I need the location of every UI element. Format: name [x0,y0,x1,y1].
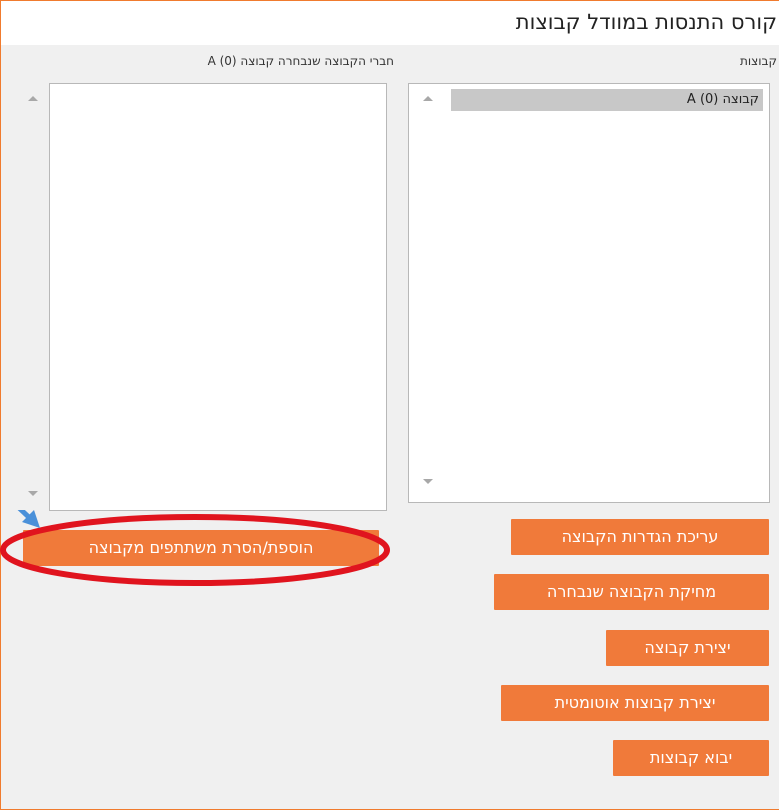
add-remove-members-button[interactable]: הוספת/הסרת משתתפים מקבוצה [23,530,379,566]
edit-group-settings-button[interactable]: עריכת הגדרות הקבוצה [511,519,769,555]
groups-list-label: קבוצות [740,54,777,68]
groups-page-frame: קורס התנסות במוודל קבוצות קבוצות קבוצה A… [0,0,779,810]
create-group-button[interactable]: יצירת קבוצה [606,630,769,666]
members-scroll-up-icon[interactable] [28,96,38,101]
members-scroll-down-icon[interactable] [28,491,38,496]
scroll-up-icon[interactable] [423,96,433,101]
list-item-group-a[interactable]: קבוצה A (0) [451,89,763,111]
members-listbox[interactable] [49,83,387,511]
members-list-label: חברי הקבוצה שנבחרה קבוצה A (0) [207,54,394,68]
import-groups-button[interactable]: יבוא קבוצות [613,740,769,776]
page-title: קורס התנסות במוודל קבוצות [515,10,777,34]
scroll-down-icon[interactable] [423,479,433,484]
delete-selected-group-button[interactable]: מחיקת הקבוצה שנבחרה [494,574,769,610]
groups-listbox[interactable]: קבוצה A (0) [408,83,770,503]
title-bar: קורס התנסות במוודל קבוצות [1,1,779,45]
auto-create-groups-button[interactable]: יצירת קבוצות אוטומטית [501,685,769,721]
